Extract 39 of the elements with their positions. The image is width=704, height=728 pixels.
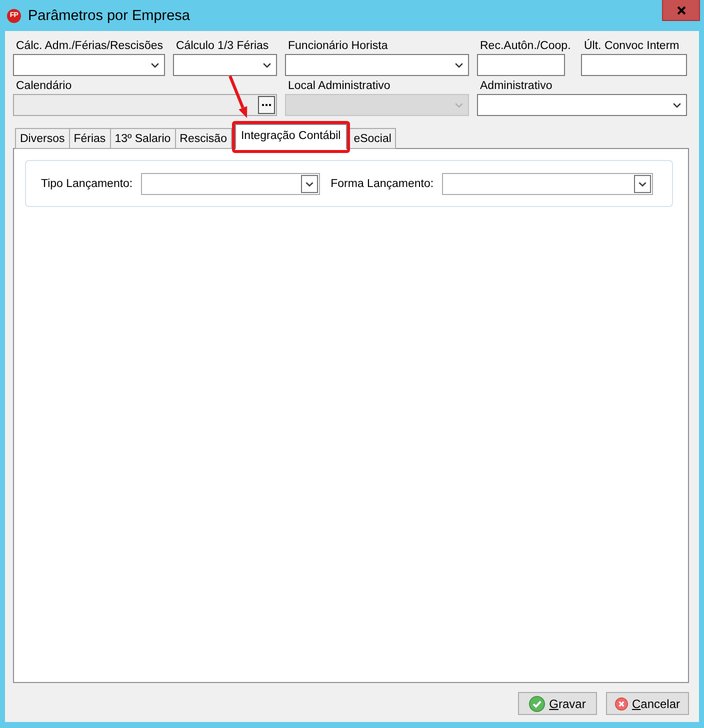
x-circle-icon [615,696,628,712]
chevron-down-icon [673,102,681,108]
tab[interactable]: Férias [68,128,111,149]
check-circle-icon [529,696,546,712]
field-label: Cálculo 1/3 Férias [175,39,269,54]
close-button[interactable] [662,0,700,21]
field-label: Forma Lançamento: [330,178,434,190]
tab[interactable]: Rescisão [174,128,232,149]
chevron-down-icon [455,62,463,68]
field-label: Administrativo [479,79,552,94]
annotation-arrow [228,75,248,118]
field-label: Cálc. Adm./Férias/Rescisões [15,39,163,54]
dropdown-field[interactable] [140,172,320,194]
chevron-down-icon [263,62,271,68]
field-label: Tipo Lançamento: [41,178,133,190]
close-icon [676,6,686,14]
dropdown-field[interactable] [442,172,653,194]
text-field[interactable] [581,54,687,76]
dropdown-field[interactable] [13,54,165,76]
text-field[interactable] [477,54,565,76]
field-label: Funcionário Horista [287,39,388,54]
field-label: Rec.Autôn./Coop. [479,39,571,54]
field-label: Últ. Convoc Interm [583,38,680,54]
chevron-down-icon [300,174,318,192]
save-button[interactable]: Gravar [518,692,597,715]
tab[interactable]: Integração Contábil [234,124,347,149]
tab[interactable]: Diversos [15,128,70,149]
field-label: Calendário [15,79,72,94]
dropdown-field[interactable] [285,54,469,76]
field-label: Local Administrativo [287,79,390,94]
dropdown-field[interactable] [477,94,687,116]
tab[interactable]: eSocial [348,128,396,149]
tab[interactable]: 13º Salario [110,128,176,149]
chevron-down-icon [455,102,463,108]
cancel-button[interactable]: Cancelar [606,692,689,715]
chevron-down-icon [151,62,159,68]
window-title: Parâmetros por Empresa [28,8,190,24]
chevron-down-icon [634,174,651,192]
dropdown-field[interactable] [173,54,277,76]
